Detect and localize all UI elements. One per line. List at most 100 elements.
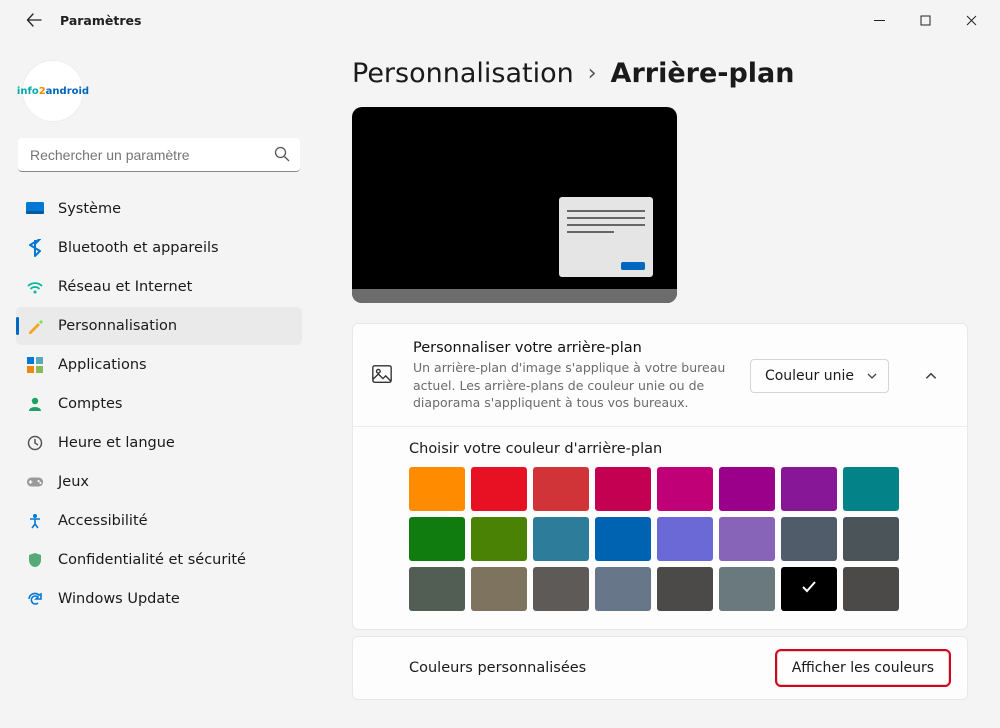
color-section-label: Choisir votre couleur d'arrière-plan	[409, 441, 949, 457]
apps-icon	[26, 356, 44, 374]
sidebar-item-accessibility[interactable]: Accessibilité	[16, 502, 302, 540]
account-avatar[interactable]: info2android	[22, 60, 84, 122]
content-area: info2android Système Bluetooth et apparei…	[0, 40, 1000, 728]
minimize-button[interactable]	[856, 4, 902, 36]
close-icon	[966, 15, 977, 26]
color-swatch[interactable]	[843, 467, 899, 511]
custom-colors-row: Couleurs personnalisées Afficher les cou…	[352, 636, 968, 700]
sidebar-item-label: Confidentialité et sécurité	[58, 552, 246, 568]
color-swatch[interactable]	[409, 517, 465, 561]
titlebar: Paramètres	[0, 0, 1000, 40]
sidebar: info2android Système Bluetooth et apparei…	[10, 50, 310, 728]
color-swatch[interactable]	[409, 567, 465, 611]
color-swatch[interactable]	[719, 517, 775, 561]
accessibility-icon	[26, 512, 44, 530]
expand-toggle[interactable]	[913, 358, 949, 394]
sidebar-item-label: Applications	[58, 357, 147, 373]
color-picker-section: Choisir votre couleur d'arrière-plan	[353, 426, 967, 629]
color-swatch-grid	[409, 467, 949, 611]
color-swatch[interactable]	[719, 467, 775, 511]
sidebar-item-bluetooth[interactable]: Bluetooth et appareils	[16, 229, 302, 267]
bg-type-dropdown[interactable]: Couleur unie	[750, 359, 889, 393]
background-card: Personnaliser votre arrière-plan Un arri…	[352, 323, 968, 630]
back-button[interactable]	[18, 4, 50, 36]
sidebar-item-accounts[interactable]: Comptes	[16, 385, 302, 423]
sidebar-item-label: Système	[58, 201, 121, 217]
bg-card-desc: Un arrière-plan d'image s'applique à vot…	[413, 359, 732, 412]
background-card-header: Personnaliser votre arrière-plan Un arri…	[353, 324, 967, 426]
settings-window: Paramètres info2android Syst	[0, 0, 1000, 728]
sidebar-item-label: Heure et langue	[58, 435, 175, 451]
accounts-icon	[26, 395, 44, 413]
color-swatch[interactable]	[533, 567, 589, 611]
maximize-icon	[920, 15, 931, 26]
search-box	[18, 138, 300, 172]
dropdown-value: Couleur unie	[765, 368, 854, 384]
color-swatch[interactable]	[657, 467, 713, 511]
color-swatch[interactable]	[657, 567, 713, 611]
sidebar-item-personalization[interactable]: Personnalisation	[16, 307, 302, 345]
color-swatch[interactable]	[533, 467, 589, 511]
breadcrumb: Personnalisation › Arrière-plan	[352, 58, 968, 89]
view-colors-button[interactable]: Afficher les couleurs	[777, 651, 949, 685]
sidebar-item-system[interactable]: Système	[16, 190, 302, 228]
color-swatch[interactable]	[409, 467, 465, 511]
main-panel: Personnalisation › Arrière-plan Person	[310, 50, 990, 728]
chevron-down-icon	[866, 370, 878, 382]
color-swatch[interactable]	[781, 517, 837, 561]
desktop-preview	[352, 107, 677, 303]
update-icon	[26, 590, 44, 608]
search-input[interactable]	[18, 138, 300, 172]
arrow-left-icon	[26, 12, 42, 28]
preview-taskbar	[352, 289, 677, 303]
sidebar-item-label: Comptes	[58, 396, 123, 412]
gaming-icon	[26, 473, 44, 491]
sidebar-item-time[interactable]: Heure et langue	[16, 424, 302, 462]
window-title: Paramètres	[60, 13, 141, 28]
breadcrumb-separator: ›	[588, 61, 597, 86]
custom-colors-label: Couleurs personnalisées	[409, 660, 586, 676]
color-swatch[interactable]	[471, 467, 527, 511]
breadcrumb-parent[interactable]: Personnalisation	[352, 58, 574, 89]
image-icon	[371, 363, 395, 389]
color-swatch[interactable]	[843, 517, 899, 561]
sidebar-item-update[interactable]: Windows Update	[16, 580, 302, 618]
sidebar-item-label: Jeux	[58, 474, 89, 490]
privacy-icon	[26, 551, 44, 569]
sidebar-item-label: Personnalisation	[58, 318, 177, 334]
color-swatch[interactable]	[533, 517, 589, 561]
close-button[interactable]	[948, 4, 994, 36]
breadcrumb-current: Arrière-plan	[611, 58, 795, 89]
color-swatch[interactable]	[595, 467, 651, 511]
sidebar-item-label: Accessibilité	[58, 513, 148, 529]
color-swatch[interactable]	[719, 567, 775, 611]
sidebar-item-gaming[interactable]: Jeux	[16, 463, 302, 501]
minimize-icon	[874, 15, 885, 26]
sidebar-item-label: Windows Update	[58, 591, 180, 607]
sidebar-item-privacy[interactable]: Confidentialité et sécurité	[16, 541, 302, 579]
color-swatch[interactable]	[471, 517, 527, 561]
sidebar-item-network[interactable]: Réseau et Internet	[16, 268, 302, 306]
nav-list: Système Bluetooth et appareils Réseau et I…	[16, 190, 302, 618]
color-swatch[interactable]	[595, 567, 651, 611]
color-swatch[interactable]	[471, 567, 527, 611]
preview-window	[559, 197, 653, 277]
system-icon	[26, 200, 44, 218]
maximize-button[interactable]	[902, 4, 948, 36]
search-icon	[274, 146, 290, 166]
sidebar-item-label: Bluetooth et appareils	[58, 240, 219, 256]
bg-card-title: Personnaliser votre arrière-plan	[413, 340, 732, 356]
color-swatch[interactable]	[843, 567, 899, 611]
sidebar-item-label: Réseau et Internet	[58, 279, 192, 295]
check-icon	[800, 578, 818, 600]
time-icon	[26, 434, 44, 452]
sidebar-item-apps[interactable]: Applications	[16, 346, 302, 384]
color-swatch[interactable]	[657, 517, 713, 561]
color-swatch[interactable]	[595, 517, 651, 561]
personalization-icon	[26, 317, 44, 335]
chevron-up-icon	[924, 369, 938, 383]
color-swatch[interactable]	[781, 467, 837, 511]
bluetooth-icon	[26, 239, 44, 257]
color-swatch[interactable]	[781, 567, 837, 611]
network-icon	[26, 278, 44, 296]
